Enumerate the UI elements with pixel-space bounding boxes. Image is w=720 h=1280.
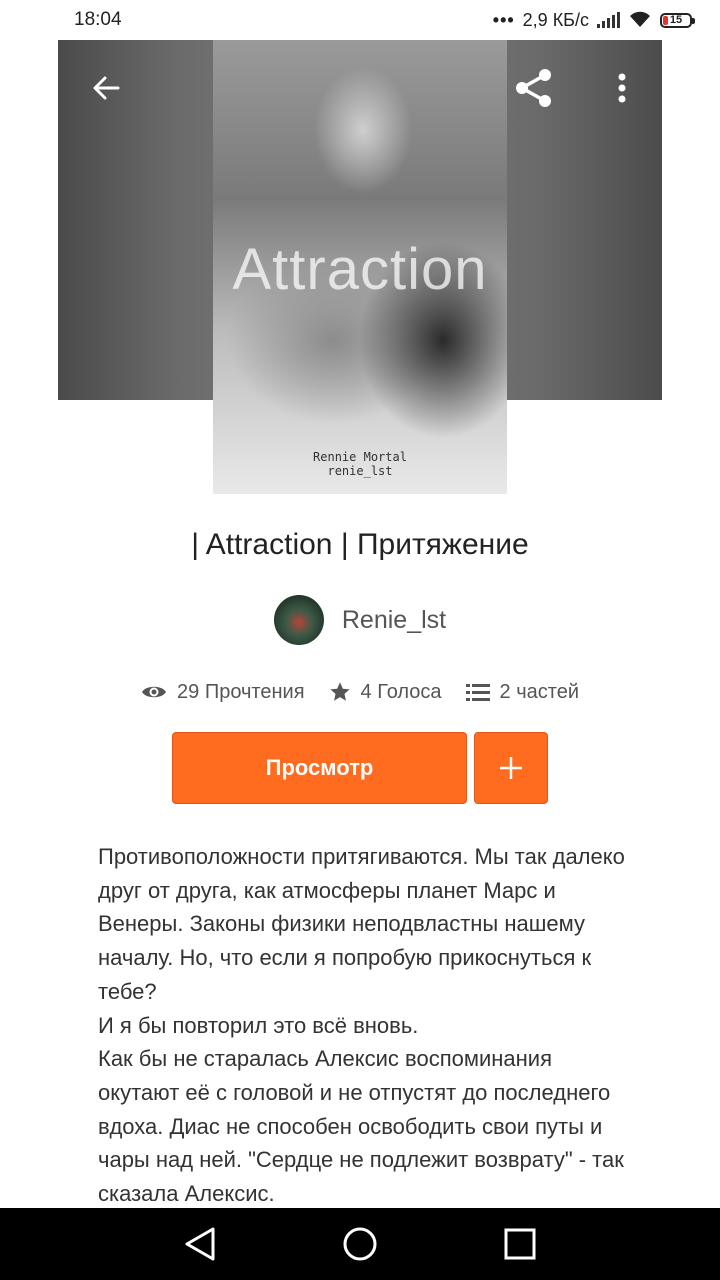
home-circle-icon xyxy=(343,1227,377,1261)
back-triangle-icon xyxy=(185,1227,215,1261)
description-paragraph: Как бы не старалась Алексис воспоминания… xyxy=(98,1046,624,1207)
cover-username: renie_lst xyxy=(327,464,393,478)
back-button[interactable] xyxy=(86,66,126,110)
eye-icon xyxy=(142,686,167,698)
battery-level: 15 xyxy=(669,14,683,26)
share-button[interactable] xyxy=(510,64,558,112)
system-home-button[interactable] xyxy=(330,1214,390,1274)
network-speed: 2,9 КБ/с xyxy=(522,9,589,30)
story-title: | Attraction | Притяжение xyxy=(191,528,529,561)
back-arrow-icon xyxy=(93,76,120,100)
list-icon xyxy=(465,684,490,701)
reads-count: 29 Прочтения xyxy=(177,680,305,703)
author-link[interactable]: Renie_lst xyxy=(0,594,720,646)
status-icons: ••• 2,9 КБ/с 15 xyxy=(492,9,695,31)
add-to-library-button[interactable] xyxy=(474,732,548,804)
share-icon xyxy=(516,69,551,107)
author-name[interactable]: Renie_lst xyxy=(342,606,446,635)
story-stats: 29 Прочтения 4 Голоса 2 частей xyxy=(0,672,720,712)
votes-count: 4 Голоса xyxy=(360,680,442,703)
reads-stat: 29 Прочтения xyxy=(141,681,305,704)
system-recents-button[interactable] xyxy=(490,1214,550,1274)
more-dots-icon: ••• xyxy=(492,9,515,30)
cover-title: Attraction xyxy=(232,237,488,302)
description-paragraph: И я бы повторил это всё вновь. xyxy=(98,1012,419,1038)
cover-author: Rennie Mortal xyxy=(313,450,407,464)
system-back-button[interactable] xyxy=(170,1214,230,1274)
story-description: Противоположности притягиваются. Мы так … xyxy=(98,840,628,1208)
votes-stat: 4 Голоса xyxy=(329,681,442,704)
system-nav-bar xyxy=(0,1208,720,1280)
plus-icon xyxy=(500,757,522,779)
book-cover[interactable]: Attraction Rennie Mortal renie_lst xyxy=(213,40,507,494)
star-icon xyxy=(329,682,350,701)
signal-icon xyxy=(597,12,620,28)
more-vertical-icon xyxy=(618,73,626,103)
recents-square-icon xyxy=(504,1228,536,1260)
author-avatar[interactable] xyxy=(273,595,324,645)
read-button[interactable]: Просмотр xyxy=(172,732,467,804)
battery-icon: 15 xyxy=(660,12,695,28)
wifi-icon xyxy=(630,11,650,27)
parts-count: 2 частей xyxy=(499,680,579,703)
status-time: 18:04 xyxy=(74,9,122,30)
parts-stat: 2 частей xyxy=(465,680,579,704)
more-options-button[interactable] xyxy=(604,66,640,110)
description-paragraph: Противоположности притягиваются. Мы так … xyxy=(98,844,625,1004)
status-bar: 18:04 ••• 2,9 КБ/с 15 xyxy=(0,0,720,40)
